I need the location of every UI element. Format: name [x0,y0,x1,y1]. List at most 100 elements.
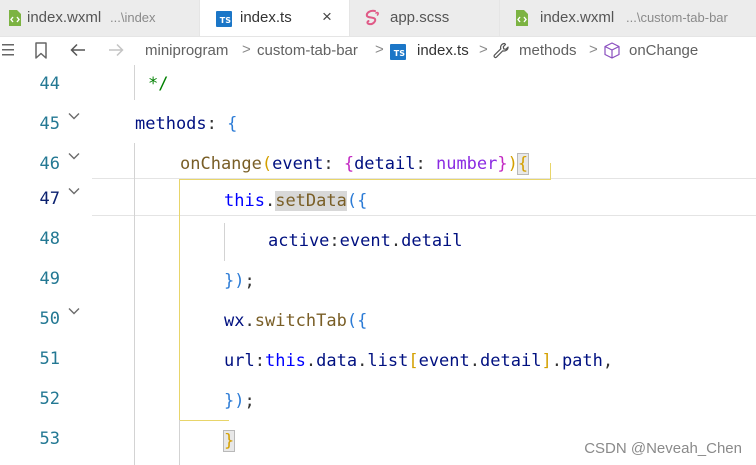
wrench-icon [493,42,510,64]
code-text: methods: { [135,113,237,135]
breadcrumb: miniprogram > custom-tab-bar > TS index.… [0,37,756,65]
bracket-token: { [227,114,238,134]
chevron-down-icon[interactable] [67,184,81,198]
code-line-51: 51 url:this.data.list[event.detail].path… [0,340,756,380]
punctuation-token: . [551,351,562,371]
code-text: wx.switchTab({ [224,310,367,332]
function-token: onChange [180,154,262,174]
typescript-file-icon: TS [390,43,406,61]
code-text: */ [148,73,168,95]
punctuation-token: . [244,311,255,331]
bracket-token: ) [234,391,245,411]
function-token: switchTab [254,311,347,331]
code-text: active:event.detail [268,230,463,252]
code-line-44: 44 */ [0,65,756,105]
parameter-token: event [272,154,324,174]
variable-token: event [339,231,391,251]
property-token: list [367,351,409,371]
cube-icon [604,42,620,64]
punctuation-token: : [206,114,228,134]
tab-description: ...\custom-tab-bar [626,10,728,25]
keyword-token: this [224,191,265,211]
code-line-50: 50 wx.switchTab({ [0,300,756,340]
property-token: path [561,351,603,371]
menu-icon[interactable] [2,43,14,61]
comment-token: */ [148,74,169,94]
code-text: } [222,430,236,452]
close-icon[interactable]: × [322,8,332,26]
keyword-token: this [264,351,306,371]
matched-bracket-token: } [222,430,236,452]
punctuation-token: : [415,154,436,174]
code-text: }); [224,390,255,412]
code-text: url:this.data.list[event.detail].path, [224,350,613,372]
chevron-down-icon[interactable] [67,109,81,123]
breadcrumb-item-methods[interactable]: methods [519,42,577,60]
code-line-46: 46 onChange(event: {detail: number}){ [0,145,756,185]
breadcrumb-separator: > [589,41,598,58]
matched-bracket-token: { [516,153,530,175]
forward-arrow-icon[interactable] [108,43,124,61]
tab-index-wxml-custom-tab-bar[interactable]: index.wxml ...\custom-tab-bar [500,0,756,36]
punctuation-token: . [390,231,402,251]
wxml-file-icon [515,9,529,31]
variable-token: event [418,351,470,371]
property-token: detail [401,231,463,251]
bracket-token: } [497,154,508,174]
function-token: setData [275,191,347,211]
wxml-file-icon [8,9,22,31]
breadcrumb-separator: > [242,41,251,58]
punctuation-token: . [469,351,481,371]
code-line-48: 48 active:event.detail [0,220,756,260]
bracket-token: { [357,191,368,211]
code-text: onChange(event: {detail: number}){ [180,153,530,175]
code-text: this.setData({ [224,190,367,212]
bracket-token: { [357,311,368,331]
editor-window: index.wxml ...\index TS index.ts × app.s… [0,0,756,465]
breadcrumb-separator: > [375,41,384,58]
line-number: 47 [39,189,60,209]
bracket-token: } [224,271,235,291]
breadcrumb-item-miniprogram[interactable]: miniprogram [145,42,228,60]
punctuation-token: ; [244,271,255,291]
tab-label: app.scss [390,9,450,26]
back-arrow-icon[interactable] [70,43,86,61]
code-editor[interactable]: 44 */ 45 methods: { 46 onChange(event: {… [0,65,756,465]
typescript-file-icon: TS [216,10,232,27]
tab-label: index.wxml [27,9,102,26]
property-token: url [224,351,255,371]
bracket-token: } [224,391,235,411]
punctuation-token: . [305,351,317,371]
breadcrumb-item-custom-tab-bar[interactable]: custom-tab-bar [257,42,358,60]
line-number: 50 [39,309,60,329]
breadcrumb-item-index-ts[interactable]: index.ts [417,42,469,60]
line-number: 48 [39,229,60,249]
tab-index-ts[interactable]: TS index.ts × [200,0,350,36]
bookmark-icon[interactable] [34,42,48,63]
line-number: 45 [39,114,60,134]
bracket-token: ( [261,154,273,174]
punctuation-token: : [329,231,340,251]
line-number: 49 [39,269,60,289]
bracket-token: ) [234,271,245,291]
code-text: }); [224,270,255,292]
tab-app-scss[interactable]: app.scss [350,0,500,36]
line-number: 46 [39,154,60,174]
punctuation-token: : [254,351,265,371]
bracket-token: ( [346,311,358,331]
punctuation-token: ; [244,391,255,411]
chevron-down-icon[interactable] [67,304,81,318]
code-line-47: 47 this.setData({ [0,180,756,220]
line-number: 44 [39,74,60,94]
tab-bar: index.wxml ...\index TS index.ts × app.s… [0,0,756,37]
type-token: number [435,154,498,174]
tab-index-wxml-index[interactable]: index.wxml ...\index [0,0,200,36]
watermark: CSDN @Neveah_Chen [584,440,742,457]
property-token: detail [354,154,416,174]
breadcrumb-separator: > [479,41,488,58]
code-line-49: 49 }); [0,260,756,300]
chevron-down-icon[interactable] [67,149,81,163]
tab-label: index.wxml [540,9,615,26]
breadcrumb-item-onchange[interactable]: onChange [629,42,698,60]
tab-label: index.ts [240,9,292,26]
